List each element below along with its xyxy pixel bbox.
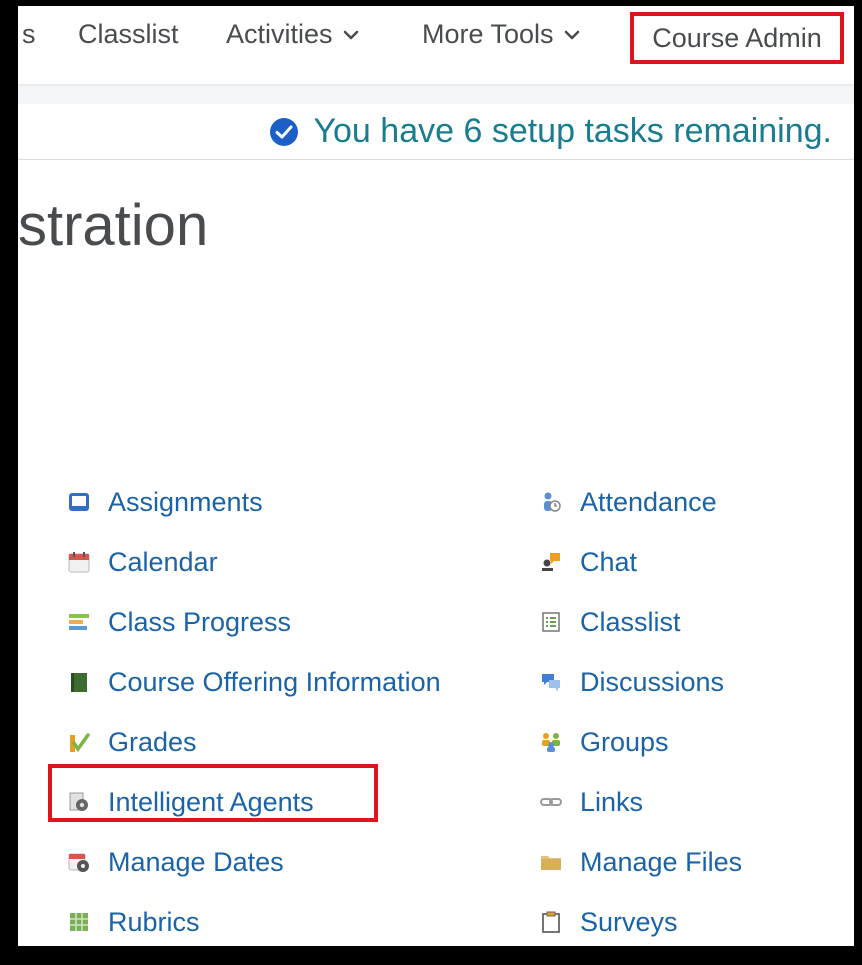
nav-item-partial-label: s xyxy=(22,19,36,49)
calendar-gear-icon xyxy=(68,853,89,872)
nav-item-classlist[interactable]: Classlist xyxy=(78,19,179,50)
setup-tasks-link[interactable]: You have 6 setup tasks remaining. xyxy=(269,112,832,151)
nav-item-classlist-label: Classlist xyxy=(78,19,179,49)
tool-label: Course Offering Information xyxy=(108,666,441,697)
attendance-icon xyxy=(544,492,561,512)
tool-label: Calendar xyxy=(108,546,218,577)
nav-item-course-admin-label: Course Admin xyxy=(652,22,822,53)
chevron-down-icon xyxy=(564,30,579,39)
nav-item-activities[interactable]: Activities xyxy=(226,19,359,50)
tool-course-offering-information[interactable]: Course Offering Information xyxy=(68,662,441,702)
tool-label: Links xyxy=(580,786,644,817)
tool-attendance[interactable]: Attendance xyxy=(540,482,717,522)
tool-surveys[interactable]: Surveys xyxy=(540,902,678,942)
tool-grades[interactable]: Grades xyxy=(68,722,197,762)
classlist-icon xyxy=(542,612,560,632)
grades-icon xyxy=(70,733,90,753)
rubrics-icon xyxy=(70,913,88,931)
clipboard-icon xyxy=(542,911,560,933)
tool-manage-dates[interactable]: Manage Dates xyxy=(68,842,284,882)
setup-tasks-text: You have 6 setup tasks remaining. xyxy=(313,112,832,150)
tool-groups[interactable]: Groups xyxy=(540,722,669,762)
folder-icon xyxy=(541,856,561,870)
tool-label: Surveys xyxy=(580,906,678,937)
class-progress-icon xyxy=(69,614,89,630)
course-navbar: s Classlist Activities More Tools Course… xyxy=(18,6,854,86)
nav-item-more-tools[interactable]: More Tools xyxy=(422,19,580,50)
page-title: stration xyxy=(18,193,209,258)
tool-label: Discussions xyxy=(580,666,725,697)
tool-rubrics[interactable]: Rubrics xyxy=(68,902,200,942)
chat-icon xyxy=(542,553,560,571)
nav-item-partial[interactable]: s xyxy=(22,19,36,50)
tool-chat[interactable]: Chat xyxy=(540,542,637,582)
tool-label: Manage Dates xyxy=(108,846,284,877)
browser-frame: s Classlist Activities More Tools Course… xyxy=(18,6,854,946)
tool-links[interactable]: Links xyxy=(540,782,643,822)
tool-label: Attendance xyxy=(580,486,717,517)
tool-class-progress[interactable]: Class Progress xyxy=(68,602,291,642)
setup-tasks-banner: You have 6 setup tasks remaining. xyxy=(18,104,854,160)
nav-item-more-tools-label: More Tools xyxy=(422,19,554,49)
link-icon xyxy=(540,798,562,806)
chevron-down-icon xyxy=(343,30,358,39)
tool-classlist[interactable]: Classlist xyxy=(540,602,681,642)
tool-label: Grades xyxy=(108,726,197,757)
nav-item-activities-label: Activities xyxy=(226,19,333,49)
tool-assignments[interactable]: Assignments xyxy=(68,482,263,522)
calendar-icon xyxy=(68,552,90,573)
tool-discussions[interactable]: Discussions xyxy=(540,662,724,702)
tool-label: Chat xyxy=(580,546,638,577)
highlight-box xyxy=(48,764,378,822)
tool-label: Class Progress xyxy=(108,606,292,637)
tool-label: Manage Files xyxy=(580,846,743,877)
tool-label: Assignments xyxy=(108,486,263,517)
groups-icon xyxy=(542,733,560,752)
check-circle-icon xyxy=(270,117,299,146)
tool-manage-files[interactable]: Manage Files xyxy=(540,842,742,882)
book-icon xyxy=(71,673,87,692)
tool-calendar[interactable]: Calendar xyxy=(68,542,218,582)
tool-label: Groups xyxy=(580,726,669,757)
assignments-icon xyxy=(69,493,89,511)
tool-label: Classlist xyxy=(580,606,681,637)
discussions-icon xyxy=(542,674,560,691)
tool-label: Rubrics xyxy=(108,906,200,937)
header-divider xyxy=(18,86,854,104)
nav-item-course-admin[interactable]: Course Admin xyxy=(630,12,844,64)
